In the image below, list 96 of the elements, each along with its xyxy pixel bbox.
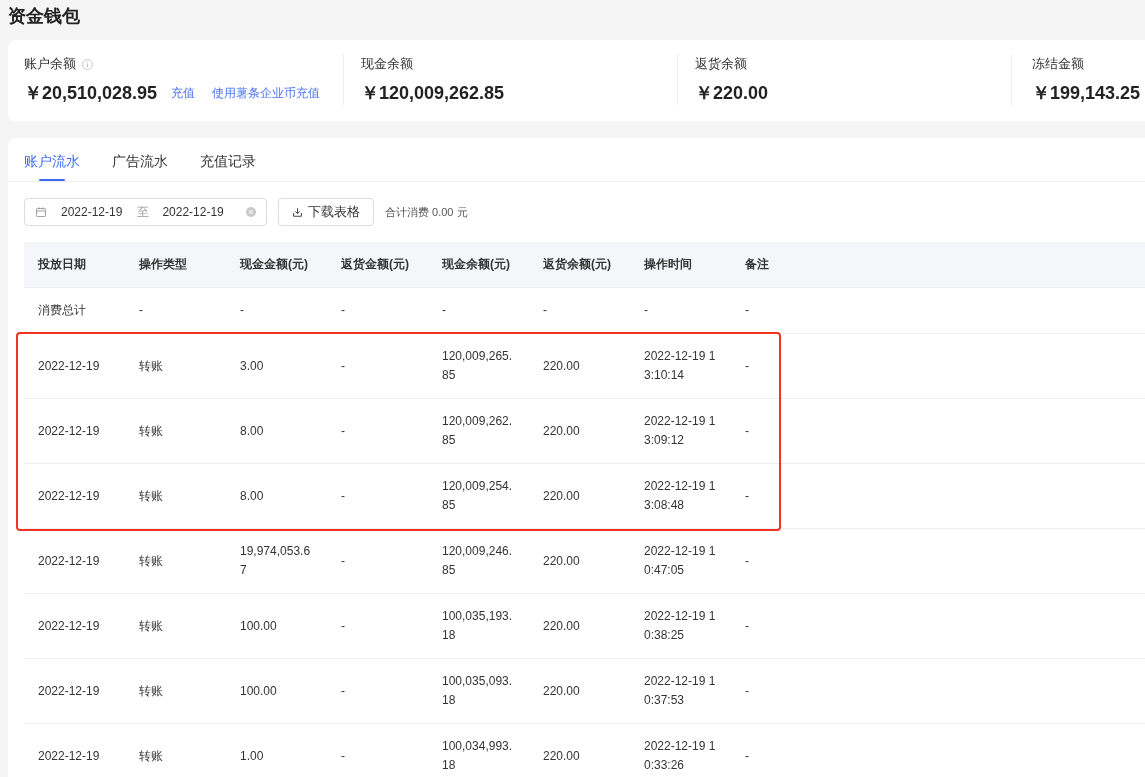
balance-amount: ￥220.00 <box>695 82 769 105</box>
table-cell-text: 8.00 <box>240 487 265 505</box>
column-header: 操作类型 <box>139 256 188 273</box>
balance-amount: ￥120,009,262.85 <box>361 82 505 105</box>
tab[interactable]: 广告流水 <box>112 150 168 181</box>
table-cell-text: 120,009,254.85 <box>442 478 514 514</box>
table-cell-text: 消费总计 <box>38 302 87 319</box>
tab[interactable]: 账户流水 <box>24 150 80 181</box>
start-date-value: 2022-12-19 <box>61 205 123 219</box>
end-date-value: 2022-12-19 <box>162 205 224 219</box>
column-header: 备注 <box>745 256 770 273</box>
download-icon <box>293 207 302 217</box>
balance-label: 冻结金额 <box>1032 55 1084 73</box>
balance-label: 账户余额 <box>24 55 76 73</box>
table-cell-text: - <box>341 357 346 375</box>
page-title: 资金钱包 <box>8 5 81 28</box>
recharge-link[interactable]: 使用薯条企业币充值 <box>212 84 321 102</box>
column-header: 返货金额(元) <box>341 256 410 273</box>
table-cell-text: - <box>745 682 750 700</box>
table-cell-text: - <box>745 617 750 635</box>
table-cell-text: 2022-12-19 <box>38 617 101 635</box>
column-header: 投放日期 <box>38 256 87 273</box>
column-header: 现金余额(元) <box>442 256 511 273</box>
table-cell-text: - <box>745 357 750 375</box>
table-cell-text: - <box>745 302 750 319</box>
table-cell-text: 220.00 <box>543 747 581 765</box>
table-cell-text: 100,035,093.18 <box>442 673 514 709</box>
table-cell-text: - <box>543 302 548 319</box>
table-cell-text: 2022-12-19 10:47:05 <box>644 543 717 579</box>
balance-amount: ￥199,143.25 <box>1032 82 1141 105</box>
table-cell-text: 100.00 <box>240 617 278 635</box>
table-cell-text: 2022-12-19 13:08:48 <box>644 478 717 514</box>
table-cell-text: 220.00 <box>543 682 581 700</box>
table-cell-text: - <box>341 552 346 570</box>
balance-label: 现金余额 <box>361 55 413 73</box>
table-cell-text: - <box>442 302 447 319</box>
table-cell-text: 220.00 <box>543 617 581 635</box>
table-cell-text: 2022-12-19 13:10:14 <box>644 348 717 384</box>
clear-icon[interactable] <box>246 207 256 217</box>
column-header: 操作时间 <box>644 256 693 273</box>
download-button[interactable]: 下载表格 <box>278 198 374 226</box>
table-cell-text: 120,009,265.85 <box>442 348 514 384</box>
calendar-icon <box>36 207 46 217</box>
column-header: 返货余额(元) <box>543 256 612 273</box>
tab[interactable]: 充值记录 <box>200 150 256 181</box>
table-cell-text: 转账 <box>139 682 164 700</box>
table-cell-text: - <box>745 747 750 765</box>
table-cell-text: - <box>644 302 649 319</box>
table-cell-text: 转账 <box>139 747 164 765</box>
table-cell-text: 3.00 <box>240 357 265 375</box>
table-cell-text: 100.00 <box>240 682 278 700</box>
table-cell-text: 19,974,053.67 <box>240 543 312 579</box>
table-cell-text: 2022-12-19 10:38:25 <box>644 608 717 644</box>
table-cell-text: 1.00 <box>240 747 265 765</box>
table-cell-text: - <box>240 302 245 319</box>
table-cell-text: 8.00 <box>240 422 265 440</box>
table-cell-text: 120,009,262.85 <box>442 413 514 449</box>
table-cell-text: 2022-12-19 10:37:53 <box>644 673 717 709</box>
table-cell-text: 转账 <box>139 487 164 505</box>
range-separator: 至 <box>137 203 150 221</box>
table-cell-text: - <box>341 422 346 440</box>
table-cell-text: 220.00 <box>543 422 581 440</box>
table-cell-text: - <box>341 682 346 700</box>
balance-label: 返货余额 <box>695 55 747 73</box>
recharge-link[interactable]: 充值 <box>171 84 196 102</box>
table-cell-text: 转账 <box>139 422 164 440</box>
table-cell-text: 2022-12-19 <box>38 747 101 765</box>
table-cell-text: 2022-12-19 <box>38 422 101 440</box>
total-spend-text: 合计消费 0.00 元 <box>385 204 468 220</box>
table-cell-text: 转账 <box>139 552 164 570</box>
table-cell-text: 2022-12-19 <box>38 357 101 375</box>
table-cell-text: 120,009,246.85 <box>442 543 514 579</box>
table-cell-text: - <box>745 422 750 440</box>
table-cell-text: 2022-12-19 10:33:26 <box>644 738 717 774</box>
table-cell-text: - <box>341 617 346 635</box>
table-cell-text: 220.00 <box>543 357 581 375</box>
balance-amount: ￥20,510,028.95 <box>24 82 158 105</box>
table-cell-text: - <box>745 487 750 505</box>
table-cell-text: 220.00 <box>543 487 581 505</box>
table-cell-text: 转账 <box>139 617 164 635</box>
column-header: 现金金额(元) <box>240 256 309 273</box>
table-cell-text: 2022-12-19 <box>38 552 101 570</box>
table-cell-text: 2022-12-19 <box>38 682 101 700</box>
table-cell-text: - <box>139 302 144 319</box>
table-cell-text: 2022-12-19 13:09:12 <box>644 413 717 449</box>
table-cell-text: - <box>341 302 346 319</box>
table-cell-text: 100,035,193.18 <box>442 608 514 644</box>
table-cell-text: 220.00 <box>543 552 581 570</box>
table-cell-text: 转账 <box>139 357 164 375</box>
info-icon[interactable] <box>82 58 93 70</box>
table-cell-text: - <box>341 747 346 765</box>
table-cell-text: 2022-12-19 <box>38 487 101 505</box>
table-cell-text: - <box>341 487 346 505</box>
table-cell-text: - <box>745 552 750 570</box>
date-range-field[interactable]: 2022-12-19 至 2022-12-19 <box>24 198 267 226</box>
table-cell-text: 100,034,993.18 <box>442 738 514 774</box>
